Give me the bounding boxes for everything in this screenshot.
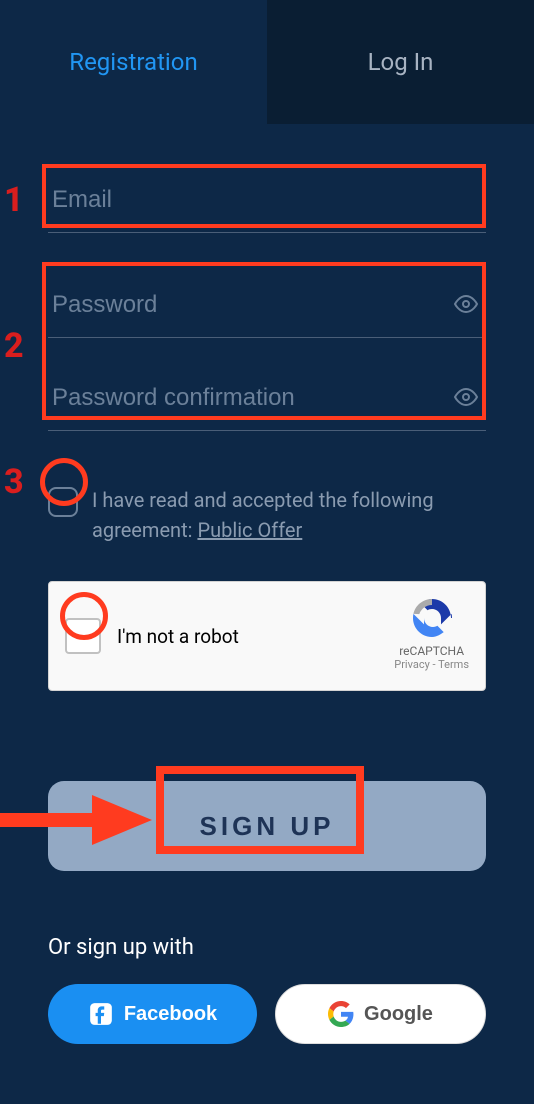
recaptcha-brand-text: reCAPTCHA	[399, 644, 464, 658]
tab-login[interactable]: Log In	[267, 0, 534, 124]
facebook-icon	[88, 1001, 114, 1027]
email-field-wrap	[48, 168, 486, 233]
eye-icon[interactable]	[454, 292, 478, 320]
password-confirm-field-wrap	[48, 366, 486, 431]
password-field-wrap	[48, 273, 486, 338]
signup-button[interactable]: SIGN UP	[48, 781, 486, 871]
tab-registration[interactable]: Registration	[0, 0, 267, 124]
facebook-button[interactable]: Facebook	[48, 984, 257, 1044]
recaptcha-branding: reCAPTCHA Privacy - Terms	[394, 594, 469, 671]
annotation-step-3: 3	[4, 462, 24, 502]
recaptcha-icon	[408, 594, 456, 642]
email-input[interactable]	[48, 168, 486, 233]
google-button[interactable]: Google	[275, 984, 486, 1044]
google-label: Google	[364, 1003, 433, 1026]
annotation-step-1: 1	[4, 180, 24, 220]
agreement-row: I have read and accepted the following a…	[0, 485, 534, 545]
social-buttons: Facebook Google	[0, 984, 534, 1044]
password-confirm-input[interactable]	[48, 366, 486, 431]
public-offer-link[interactable]: Public Offer	[197, 518, 302, 542]
google-icon	[328, 1001, 354, 1027]
agreement-checkbox[interactable]	[48, 487, 78, 517]
registration-form	[0, 168, 534, 431]
recaptcha-checkbox[interactable]	[65, 618, 101, 654]
or-signup-text: Or sign up with	[48, 935, 486, 960]
recaptcha-privacy-terms[interactable]: Privacy - Terms	[394, 658, 469, 671]
recaptcha-box: I'm not a robot reCAPTCHA Privacy - Term…	[48, 581, 486, 691]
annotation-step-2: 2	[4, 326, 24, 366]
facebook-label: Facebook	[124, 1003, 217, 1026]
password-input[interactable]	[48, 273, 486, 338]
agreement-text: I have read and accepted the following a…	[92, 485, 486, 545]
eye-icon[interactable]	[454, 385, 478, 413]
auth-tabs: Registration Log In	[0, 0, 534, 124]
recaptcha-label: I'm not a robot	[117, 625, 239, 648]
